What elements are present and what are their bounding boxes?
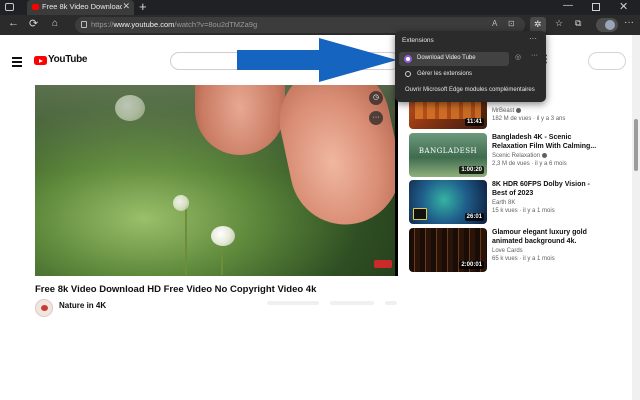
extension-icon (404, 55, 412, 63)
scrollbar-thumb[interactable] (634, 119, 638, 171)
maximize-button[interactable] (592, 3, 600, 11)
popup-title: Extensions (402, 37, 434, 44)
channel-name[interactable]: Love Cards (492, 248, 523, 254)
list-item[interactable]: 26:01 8K HDR 60FPS Dolby Vision - Best o… (409, 180, 629, 224)
list-item[interactable]: 2:00:01 Glamour elegant luxury gold anim… (409, 228, 629, 272)
video-thumbnail[interactable]: 26:01 (409, 180, 487, 224)
share-icon[interactable]: ··· (369, 111, 383, 125)
lock-icon (81, 21, 87, 28)
browser-tab[interactable]: Free 8k Video Download HD Fre ✕ (27, 0, 134, 15)
sign-in-button[interactable] (588, 52, 626, 70)
extensions-popup: Extensions ··· Download Video Tube ◎ ···… (395, 31, 546, 102)
popup-more-icon[interactable]: ··· (529, 34, 537, 43)
action-button[interactable] (385, 301, 397, 305)
extension-name: Download Video Tube (417, 55, 476, 61)
eye-hide-icon[interactable]: ◎ (515, 53, 521, 61)
profile-button[interactable] (596, 18, 618, 32)
home-icon[interactable]: ⌂ (52, 18, 58, 29)
video-meta: 182 M de vues · il y a 3 ans (492, 116, 566, 122)
page-scrollbar[interactable] (632, 35, 640, 400)
collections-icon[interactable]: ⧉ (575, 18, 581, 29)
tab-close-icon[interactable]: ✕ (122, 1, 130, 12)
video-title[interactable]: Bangladesh 4K - Scenic Relaxation Film W… (492, 133, 602, 151)
duration-badge: 26:01 (464, 213, 484, 221)
new-tab-button[interactable]: + (139, 0, 147, 14)
video-title[interactable]: Glamour elegant luxury gold animated bac… (492, 228, 602, 246)
youtube-logo-icon[interactable] (34, 56, 47, 65)
video-meta: 2,3 M de vues · il y a 6 mois (492, 161, 567, 167)
list-item[interactable]: BANGLADESH 1:00:20 Bangladesh 4K - Sceni… (409, 133, 629, 177)
thumbnail-text: BANGLADESH (418, 147, 478, 155)
tab-title: Free 8k Video Download HD Fre (42, 2, 122, 11)
gear-icon (405, 71, 411, 77)
youtube-favicon-icon (32, 4, 39, 10)
menu-icon[interactable] (12, 57, 22, 69)
duration-badge: 2:00:01 (459, 261, 484, 269)
annotation-arrow-icon (237, 38, 397, 82)
close-window-button[interactable]: ✕ (619, 0, 628, 13)
back-icon[interactable]: ← (8, 17, 19, 29)
video-player[interactable]: ◷ ··· (35, 85, 398, 276)
youtube-logo-text[interactable]: YouTube (48, 54, 88, 65)
channel-name[interactable]: Earth 8K (492, 200, 515, 206)
duration-badge: 1:00:20 (459, 166, 484, 174)
video-thumbnail[interactable]: BANGLADESH 1:00:20 (409, 133, 487, 177)
verified-icon (516, 108, 522, 113)
settings-more-icon[interactable]: ··· (624, 17, 634, 28)
video-meta: 15 k vues · il y a 1 mois (492, 208, 555, 214)
action-button[interactable] (330, 301, 374, 305)
puzzle-icon: ✲ (534, 19, 542, 29)
minimize-button[interactable]: — (563, 0, 573, 11)
video-title: Free 8k Video Download HD Free Video No … (35, 284, 317, 295)
channel-avatar[interactable] (35, 299, 53, 317)
url-text: https://www.youtube.com/watch?v=8ou2dTMZ… (91, 20, 258, 29)
open-addons-link[interactable]: Ouvrir Microsoft Edge modules complément… (405, 87, 535, 93)
avatar (605, 20, 615, 30)
video-title[interactable]: 8K HDR 60FPS Dolby Vision - Best of 2023 (492, 180, 602, 198)
verified-icon (542, 153, 548, 158)
tab-bar: Free 8k Video Download HD Fre ✕ + — ✕ (0, 0, 640, 15)
tab-actions-icon[interactable] (5, 3, 14, 11)
channel-name[interactable]: MrBeast (492, 108, 522, 114)
favorites-icon[interactable]: ☆ (555, 18, 563, 29)
channel-watermark[interactable] (374, 260, 392, 268)
channel-name[interactable]: Scenic Relaxation (492, 153, 548, 159)
watch-later-icon[interactable]: ◷ (369, 91, 383, 105)
extension-menu-icon[interactable]: ··· (531, 52, 538, 59)
channel-name[interactable]: Nature in 4K (59, 301, 106, 310)
duration-badge: 11:41 (464, 118, 484, 126)
action-button[interactable] (267, 301, 319, 305)
read-aloud-icon[interactable]: A (492, 19, 497, 28)
refresh-icon[interactable]: ⟳ (29, 17, 38, 30)
arrow-shape (237, 38, 397, 82)
manage-extensions-link[interactable]: Gérer les extensions (417, 71, 472, 77)
extension-item-download-video-tube[interactable]: Download Video Tube (399, 52, 509, 66)
app-available-icon[interactable]: ⊡ (508, 19, 515, 28)
video-thumbnail[interactable]: 2:00:01 (409, 228, 487, 272)
video-meta: 65 k vues · il y a 1 mois (492, 256, 555, 262)
